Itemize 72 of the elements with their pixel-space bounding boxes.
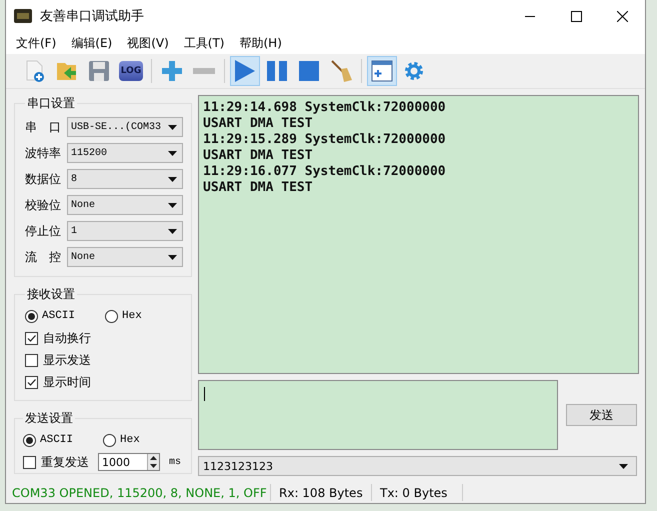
log-line: USART DMA TEST xyxy=(203,148,314,164)
radio-button[interactable] xyxy=(25,310,38,322)
rx-count: Rx: 108 Bytes xyxy=(279,486,363,500)
log-line: 11:29:15.289 SystemClk:72000000 xyxy=(203,132,447,148)
checkbox-label: 显示时间 xyxy=(43,374,91,390)
minus-icon xyxy=(193,67,215,75)
radio-label: Hex xyxy=(120,434,140,446)
menu-item[interactable]: 工具(T) xyxy=(178,34,234,52)
broom-icon xyxy=(329,59,353,83)
radio-label: ASCII xyxy=(42,310,76,322)
menu-item[interactable]: 编辑(E) xyxy=(65,34,122,52)
close-icon xyxy=(616,10,628,22)
dropdown[interactable]: None xyxy=(67,247,183,267)
radio-label: ASCII xyxy=(40,434,74,446)
plus-icon xyxy=(161,60,183,82)
checkbox-label: 显示发送 xyxy=(43,352,91,368)
field-label: 校验位 xyxy=(25,196,61,214)
group-title: 串口设置 xyxy=(26,95,76,112)
dropdown-arrow-icon xyxy=(168,254,177,260)
checkbox[interactable] xyxy=(25,354,38,366)
window-title: 友善串口调试助手 xyxy=(40,8,145,25)
dropdown-arrow-icon xyxy=(168,176,177,182)
maximize-icon xyxy=(570,10,582,22)
log-line: USART DMA TEST xyxy=(203,180,314,196)
toolbar-button[interactable] xyxy=(367,56,397,86)
menu-item[interactable]: 帮助(H) xyxy=(234,34,291,52)
play-icon xyxy=(234,59,256,83)
dropdown-arrow-icon xyxy=(168,150,177,156)
app-icon xyxy=(14,9,32,23)
radio-label: Hex xyxy=(122,310,142,322)
field-label: 停止位 xyxy=(25,222,61,240)
field-label: 流控 xyxy=(25,248,61,266)
dropdown[interactable]: None xyxy=(67,195,183,215)
dropdown-arrow-icon xyxy=(168,124,177,130)
radio-button[interactable] xyxy=(105,310,118,322)
checkbox-label: 自动换行 xyxy=(43,330,91,346)
log-line: 11:29:14.698 SystemClk:72000000 xyxy=(203,100,447,116)
dropdown-arrow-icon xyxy=(619,464,628,468)
log-line: 11:29:16.077 SystemClk:72000000 xyxy=(203,164,447,180)
field-label: 串口 xyxy=(25,118,61,136)
settings-icon xyxy=(403,60,425,82)
number-spinner[interactable]: 1000 xyxy=(98,453,160,471)
checkbox-label: 重复发送 xyxy=(41,454,89,470)
send-text-area[interactable] xyxy=(198,380,558,450)
dropdown-arrow-icon xyxy=(168,228,177,234)
stop-icon xyxy=(298,60,320,82)
menu-item[interactable]: 文件(F) xyxy=(10,34,66,52)
group-title: 接收设置 xyxy=(26,286,76,303)
dropdown[interactable]: 115200 xyxy=(67,143,183,163)
group-title: 发送设置 xyxy=(24,410,74,427)
radio-button[interactable] xyxy=(23,434,36,446)
log-icon: LOG xyxy=(119,61,143,81)
pause-icon xyxy=(266,60,288,82)
menu-item[interactable]: 视图(V) xyxy=(121,34,178,52)
field-label: 波特率 xyxy=(25,144,61,162)
dropdown[interactable]: 8 xyxy=(67,169,183,189)
dropdown-arrow-icon xyxy=(168,202,177,208)
send-button[interactable]: 发送 xyxy=(566,404,637,426)
field-label: 数据位 xyxy=(25,170,61,188)
checkbox[interactable] xyxy=(23,456,36,468)
dropdown[interactable]: 1 xyxy=(67,221,183,241)
tx-count: Tx: 0 Bytes xyxy=(380,486,448,500)
toolbar-button[interactable]: LOG xyxy=(116,56,146,86)
dropdown[interactable]: USB-SE...(COM33 xyxy=(67,117,183,137)
checkbox[interactable] xyxy=(25,376,38,388)
log-line: USART DMA TEST xyxy=(203,116,314,132)
window-icon xyxy=(371,60,393,82)
connection-status: COM33 OPENED, 115200, 8, NONE, 1, OFF xyxy=(12,486,268,500)
checkbox[interactable] xyxy=(25,332,38,344)
radio-button[interactable] xyxy=(103,434,116,446)
unit-label: ms xyxy=(169,456,182,468)
toolbar-button[interactable] xyxy=(230,56,260,86)
